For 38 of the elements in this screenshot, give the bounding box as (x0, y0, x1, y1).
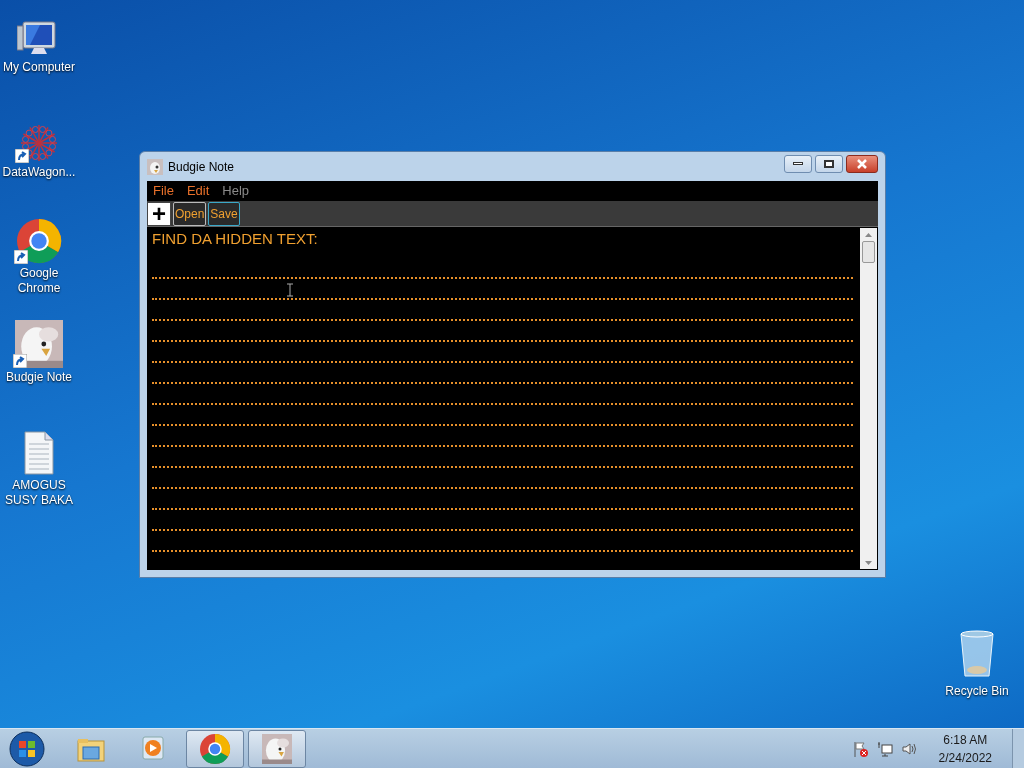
minimize-button[interactable] (784, 154, 812, 173)
icon-label[interactable]: DataWagon... (2, 165, 76, 180)
speaker-icon[interactable] (900, 740, 917, 757)
action-center-flag-icon[interactable] (852, 740, 869, 757)
icon-label[interactable]: AMOGUS SUSY BAKA (0, 478, 78, 508)
new-button[interactable]: + (147, 201, 171, 226)
start-button[interactable] (8, 729, 46, 768)
scroll-up-arrow-icon[interactable] (865, 233, 872, 237)
play-icon[interactable] (139, 734, 167, 763)
shortcut-arrow-icon (15, 149, 29, 163)
network-icon[interactable] (876, 740, 893, 757)
icon-label[interactable]: Google Chrome (0, 266, 78, 296)
close-button[interactable] (846, 154, 878, 173)
save-button[interactable]: Save (208, 201, 240, 226)
maximize-button[interactable] (815, 154, 843, 173)
taskbar-button[interactable] (248, 729, 306, 768)
recycle-bin-icon[interactable] (957, 630, 997, 678)
menu-item[interactable]: Edit (186, 181, 210, 201)
shortcut-arrow-icon (13, 354, 27, 368)
scrollbar[interactable] (860, 228, 877, 569)
icon-label[interactable]: My Computer (3, 60, 75, 75)
show-desktop-button[interactable] (1012, 728, 1024, 768)
shortcut-arrow-icon (14, 250, 28, 264)
window-title: Budgie Note (168, 158, 235, 176)
taskbar-button[interactable] (186, 729, 244, 768)
chrome-icon[interactable] (199, 732, 231, 765)
menu-item[interactable]: File (153, 181, 174, 201)
clock-date[interactable]: 2/24/2022 (938, 748, 992, 767)
open-button[interactable]: Open (173, 201, 207, 226)
editor-text: FIND DA HIDDEN TEXT: (152, 231, 319, 247)
icon-label[interactable]: Budgie Note (5, 370, 72, 385)
scroll-down-arrow-icon[interactable] (865, 561, 872, 565)
text-cursor-icon (287, 283, 293, 297)
recycle-bin-label: Recycle Bin (945, 683, 1009, 700)
close-icon (857, 158, 867, 169)
scroll-thumb[interactable] (862, 241, 875, 263)
clock-time[interactable]: 6:18 AM (943, 730, 988, 749)
chrome-icon[interactable] (16, 218, 62, 264)
